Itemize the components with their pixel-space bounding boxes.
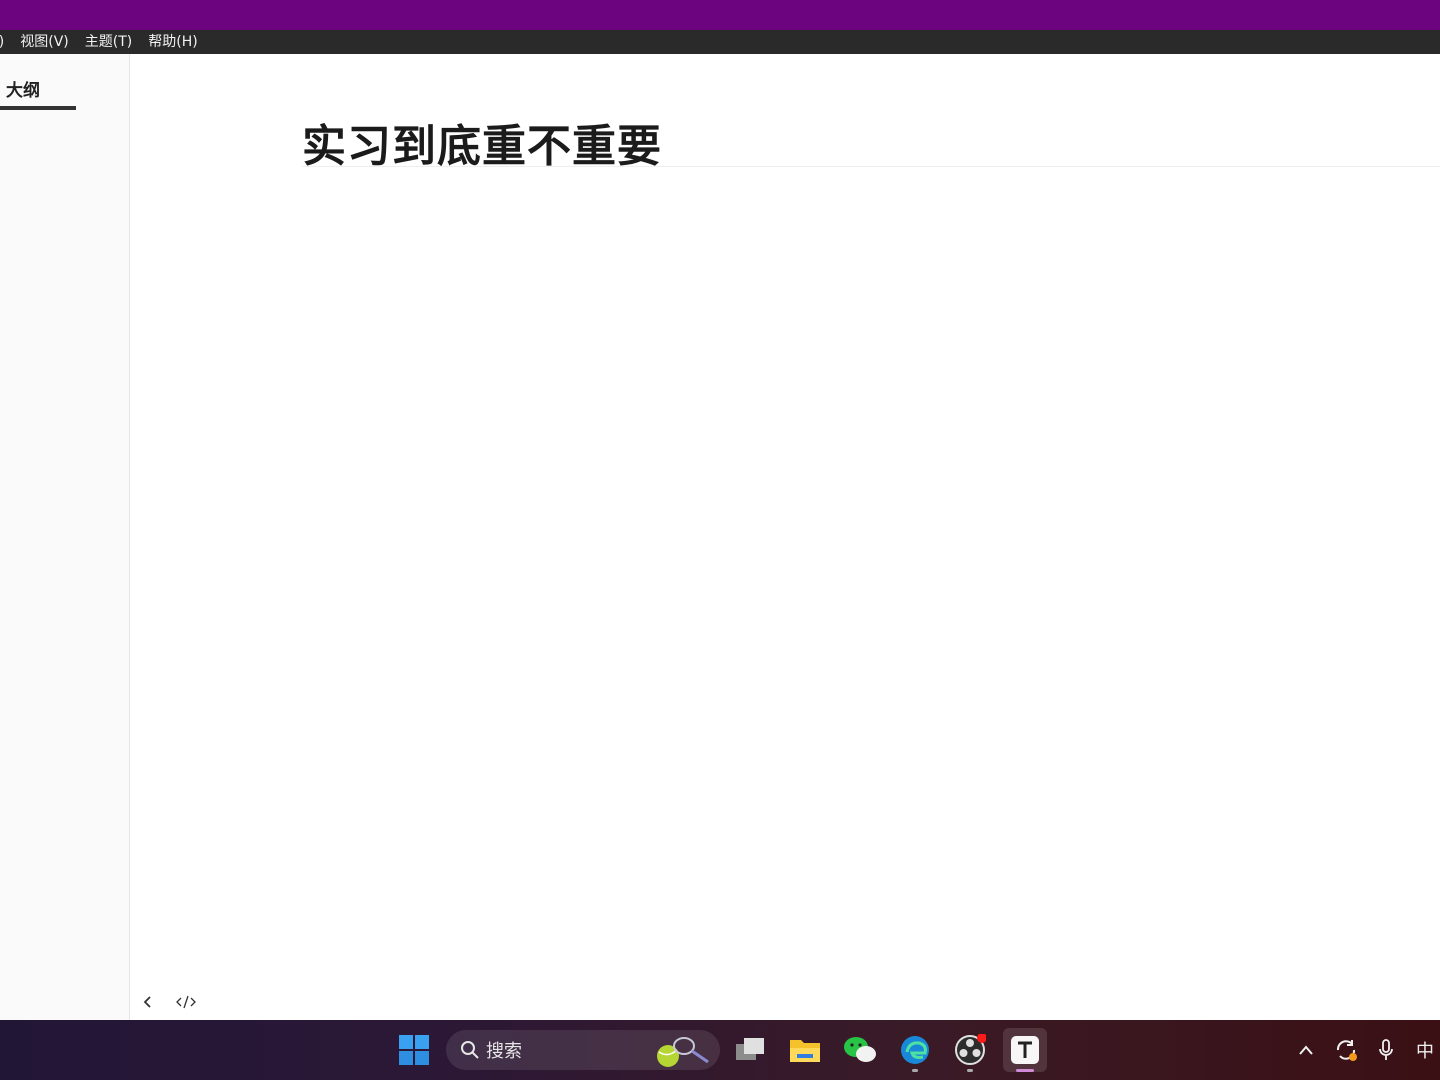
menu-bar: D) 视图(V) 主题(T) 帮助(H) [0, 30, 1440, 54]
sync-icon [1336, 1040, 1357, 1061]
wechat-button[interactable] [838, 1028, 882, 1072]
input-method-indicator[interactable]: 中 [1409, 1034, 1440, 1066]
folder-icon [790, 1040, 820, 1062]
chevron-left-icon [143, 996, 151, 1008]
typora-icon [1011, 1036, 1039, 1064]
tennis-highlight-icon [657, 1037, 709, 1067]
menu-item-partial[interactable]: D) [0, 30, 12, 54]
edge-button[interactable] [893, 1028, 937, 1072]
ime-label: 中 [1416, 1041, 1434, 1062]
search-placeholder: 搜索 [486, 1041, 522, 1062]
obs-button[interactable] [948, 1028, 992, 1072]
show-hidden-icons-button[interactable] [1290, 1034, 1322, 1066]
obs-icon [955, 1034, 986, 1065]
active-tab-indicator [0, 106, 76, 110]
windows-taskbar: 搜索 中 [0, 1020, 1440, 1080]
menu-item-view[interactable]: 视图(V) [12, 30, 77, 54]
window-titlebar[interactable] [0, 0, 1440, 30]
taskbar-search[interactable]: 搜索 [446, 1030, 720, 1070]
search-icon [461, 1041, 479, 1059]
wechat-icon [844, 1037, 876, 1062]
menu-item-theme[interactable]: 主题(T) [77, 30, 140, 54]
chevron-up-icon [1299, 1045, 1313, 1055]
toggle-sidebar-button[interactable] [136, 990, 160, 1014]
microphone-icon [1379, 1039, 1393, 1060]
outline-sidebar: 大纲 [0, 54, 130, 1020]
start-button[interactable] [392, 1028, 436, 1072]
menu-item-help[interactable]: 帮助(H) [140, 30, 205, 54]
edge-icon [901, 1036, 929, 1064]
windows-start-icon [399, 1035, 429, 1065]
task-view-button[interactable] [728, 1028, 772, 1072]
microphone-button[interactable] [1370, 1034, 1402, 1066]
sync-status-button[interactable] [1330, 1034, 1362, 1066]
tab-outline[interactable]: 大纲 [6, 76, 40, 101]
heading-divider [302, 166, 1440, 167]
source-code-mode-button[interactable] [174, 990, 198, 1014]
active-indicator [1016, 1069, 1034, 1072]
code-icon [176, 995, 196, 1009]
typora-button[interactable] [1003, 1028, 1047, 1072]
running-indicator [967, 1069, 973, 1072]
running-indicator [912, 1069, 918, 1072]
file-explorer-button[interactable] [783, 1028, 827, 1072]
editor-pane[interactable]: 实习到底重不重要 [130, 54, 1440, 1020]
task-view-icon [736, 1038, 764, 1060]
document-title[interactable]: 实习到底重不重要 [302, 110, 662, 174]
